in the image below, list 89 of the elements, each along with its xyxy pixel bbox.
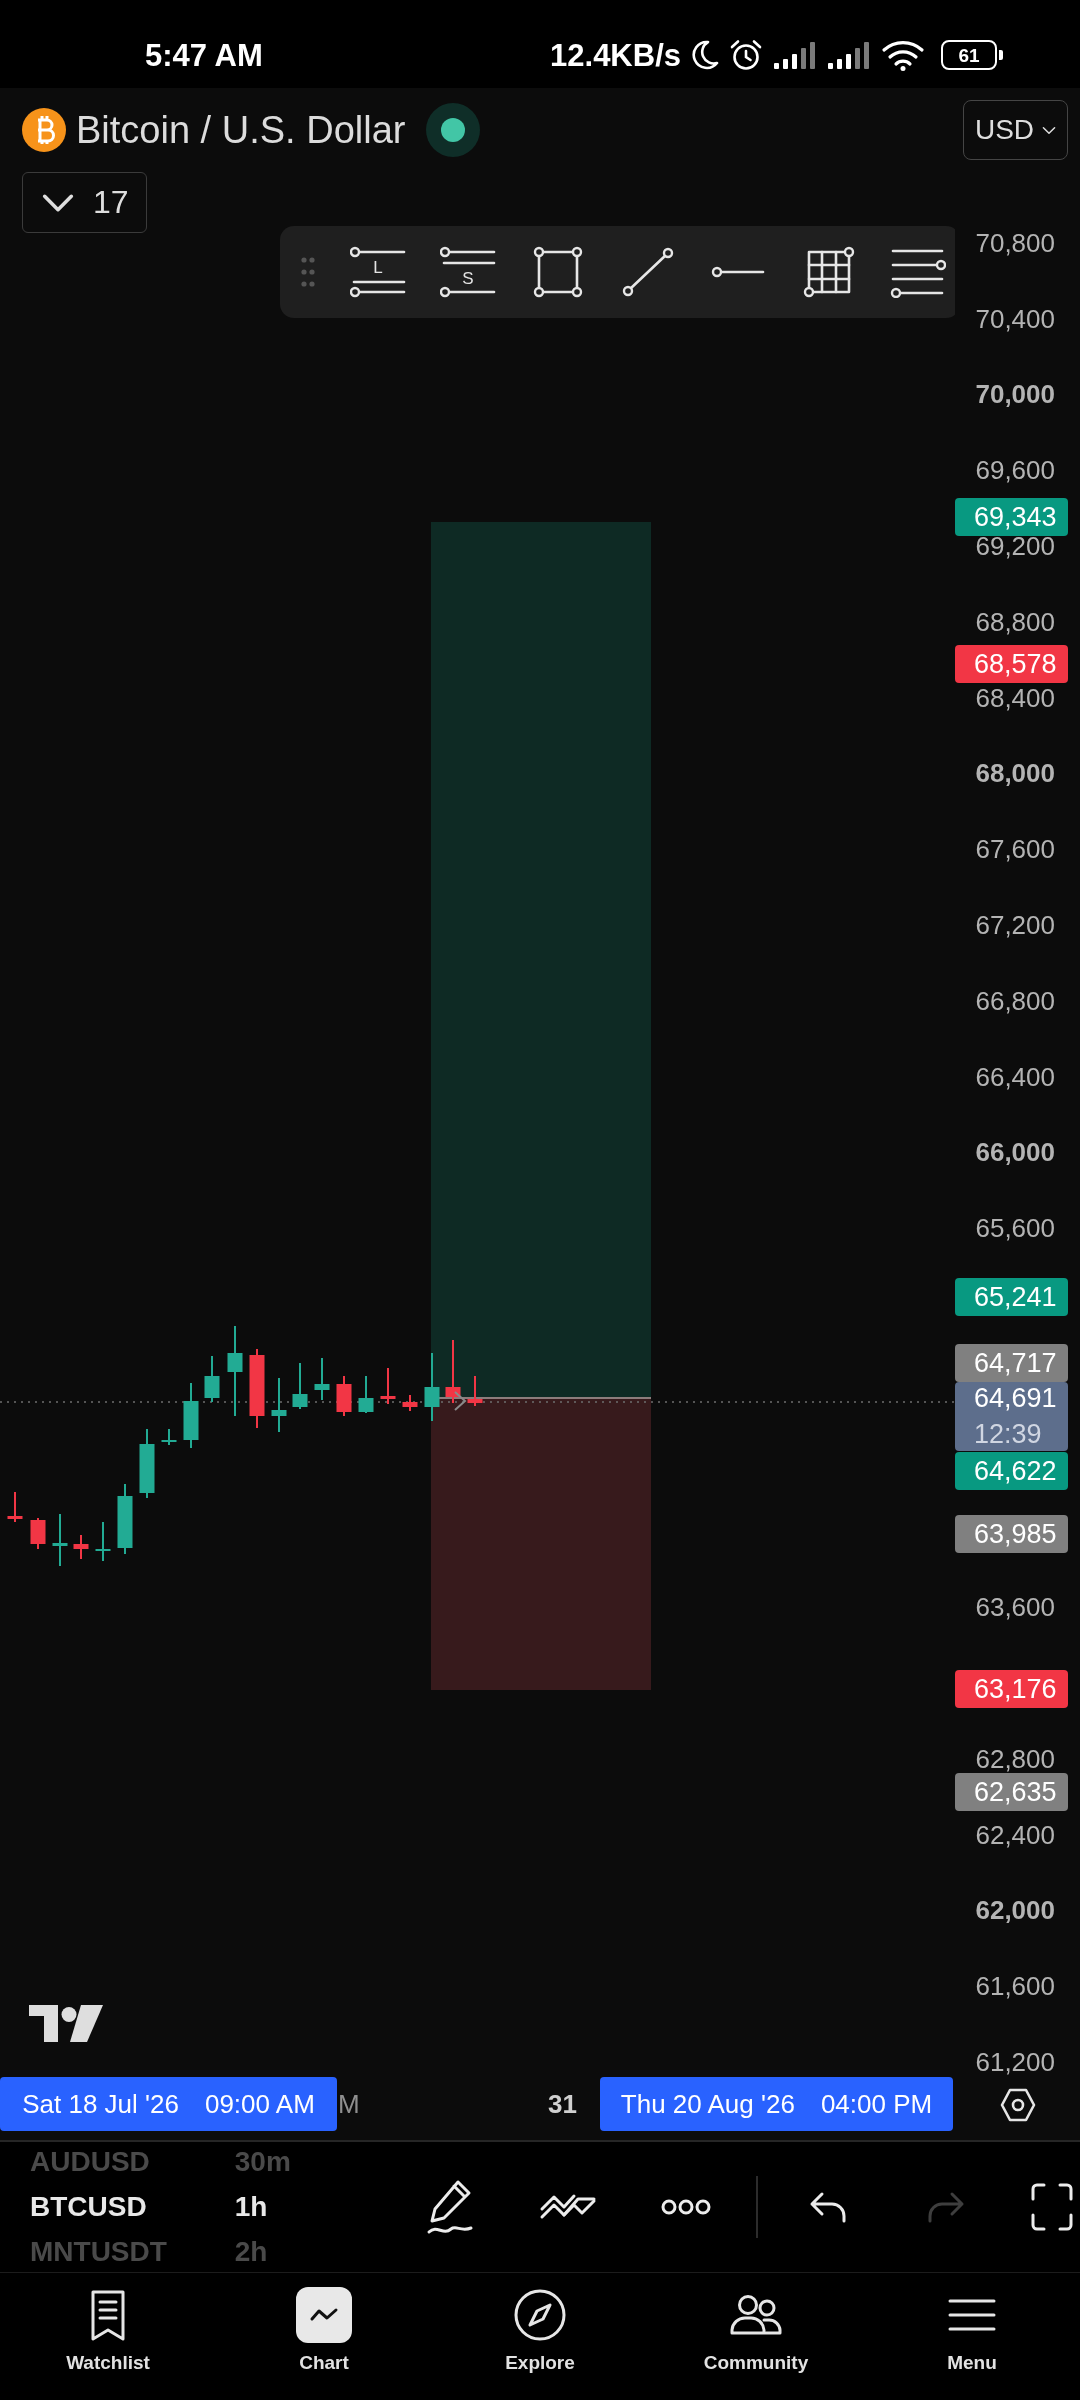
currency-dropdown[interactable]: USD: [963, 100, 1068, 160]
price-tick: 62,000: [975, 1897, 1055, 1924]
more-icon[interactable]: [661, 2198, 711, 2216]
status-time: 5:47 AM: [145, 39, 263, 71]
moon-icon: [691, 39, 719, 71]
nav-tab[interactable]: Community: [648, 2273, 864, 2400]
bullish-candle: [183, 1382, 199, 1449]
signal-icon: [773, 41, 817, 69]
bearish-candle: [336, 1375, 352, 1417]
price-tick: 66,400: [975, 1063, 1055, 1090]
price-tick: 70,400: [975, 305, 1055, 332]
bullish-candle: [314, 1357, 330, 1401]
countdown-text: 12:39: [974, 1421, 1043, 1448]
time-text: 09:00 AM: [204, 2088, 315, 2120]
bullish-candle: [271, 1377, 287, 1433]
horizontal-ray-icon: [711, 266, 765, 278]
indicators-toggle[interactable]: 17: [22, 172, 147, 233]
short-position-icon: [440, 246, 496, 298]
price-text: 64,691: [974, 1385, 1058, 1412]
nav-tab[interactable]: Explore: [432, 2273, 648, 2400]
fullscreen-icon[interactable]: [1030, 2181, 1074, 2233]
date-text: Sat 18 Jul '26: [22, 2088, 179, 2120]
bearish-candle: [7, 1491, 23, 1523]
price-tick: 61,600: [975, 1973, 1055, 2000]
date-text: Thu 20 Aug '26: [620, 2088, 795, 2120]
price-label: 63,176: [955, 1670, 1068, 1708]
price-label: 65,241: [955, 1278, 1068, 1316]
symbol-title: Bitcoin / U.S. Dollar: [76, 111, 406, 149]
coin-logo-icon: [22, 108, 66, 152]
bearish-candle: [467, 1375, 483, 1407]
bullish-candle: [358, 1375, 374, 1414]
pencil-icon[interactable]: [425, 2178, 475, 2236]
bearish-candle: [30, 1517, 46, 1550]
drag-handle-icon[interactable]: [300, 254, 316, 290]
bullish-candle: [117, 1483, 133, 1555]
trend-line-icon: [620, 246, 676, 298]
caret-icon: [1042, 125, 1057, 135]
alarm-clock-icon: [729, 38, 763, 72]
time-text: 04:00 PM: [820, 2088, 933, 2120]
price-tick: 70,800: [975, 229, 1055, 256]
time-tick: M: [338, 2088, 360, 2120]
price-tick: 68,800: [975, 608, 1055, 635]
network-speed: 12.4KB/s: [550, 39, 681, 71]
price-label: 68,578: [955, 645, 1068, 683]
bearish-candle: [402, 1394, 418, 1412]
bullish-candle: [204, 1355, 220, 1403]
bullish-candle: [95, 1521, 111, 1562]
price-label: 69,343: [955, 498, 1068, 536]
price-tick: 68,000: [975, 760, 1055, 787]
nav-tab[interactable]: Menu: [864, 2273, 1080, 2400]
price-label: 63,985: [955, 1515, 1068, 1553]
price-label: 62,635: [955, 1773, 1068, 1811]
price-tick: 69,600: [975, 457, 1055, 484]
battery-indicator: 61: [941, 40, 1003, 70]
nav-tab[interactable]: Watchlist: [0, 2273, 216, 2400]
price-tick: 70,000: [975, 381, 1055, 408]
symbol-picker-item[interactable]: BTCUSD 1h: [30, 2188, 415, 2226]
drawing-tool-button[interactable]: S: [440, 246, 496, 298]
price-label: 64,717: [955, 1344, 1068, 1382]
price-tick: 66,000: [975, 1139, 1055, 1166]
price-tick: 66,800: [975, 987, 1055, 1014]
bullish-candle: [292, 1362, 308, 1410]
signal-icon: [827, 41, 871, 69]
drawing-tool-button[interactable]: L: [350, 246, 406, 298]
price-tick: 67,200: [975, 912, 1055, 939]
price-tick: 67,600: [975, 836, 1055, 863]
time-tick: 31: [548, 2088, 577, 2120]
bullish-candle: [52, 1513, 68, 1567]
bearish-candle: [445, 1339, 461, 1404]
price-label: 64,622: [955, 1452, 1068, 1490]
wifi-icon: [881, 39, 925, 71]
settings-icon[interactable]: [999, 2088, 1036, 2122]
price-tick: 61,200: [975, 2049, 1055, 2075]
bullish-candle: [161, 1428, 177, 1446]
bearish-candle: [380, 1367, 396, 1405]
price-tick: 63,600: [975, 1594, 1055, 1621]
price-tick: 65,600: [975, 1215, 1055, 1242]
price-tick: 62,400: [975, 1821, 1055, 1848]
bullish-candle: [424, 1352, 440, 1422]
price-tick: 62,800: [975, 1745, 1055, 1772]
bearish-candle: [73, 1534, 89, 1560]
price-tick: 69,200: [975, 533, 1055, 560]
chevron-right-icon: [454, 1391, 467, 1411]
bullish-candle: [139, 1428, 155, 1499]
drawing-tool-button[interactable]: [620, 246, 676, 298]
nav-tab[interactable]: Chart: [216, 2273, 432, 2400]
price-tick: 68,400: [975, 684, 1055, 711]
long-position-icon: [350, 246, 406, 298]
chevron-down-icon: [41, 192, 75, 213]
